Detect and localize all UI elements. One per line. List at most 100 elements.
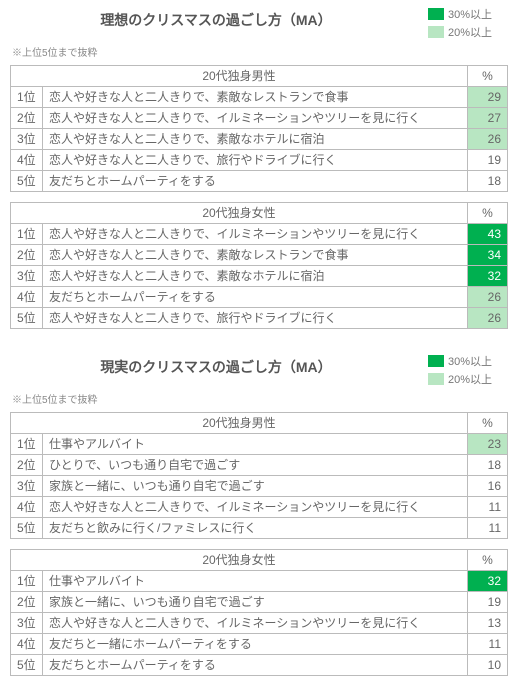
item-cell: 恋人や好きな人と二人きりで、素敵なホテルに宿泊 <box>43 266 468 287</box>
table-header: 20代独身男性 <box>11 413 468 434</box>
table-row: 5位恋人や好きな人と二人きりで、旅行やドライブに行く26 <box>11 308 508 329</box>
item-cell: 友だちとホームパーティをする <box>43 287 468 308</box>
pct-cell: 10 <box>468 655 508 676</box>
rank-cell: 3位 <box>11 476 43 497</box>
table-row: 5位友だちとホームパーティをする10 <box>11 655 508 676</box>
pct-header: % <box>468 550 508 571</box>
legend-swatch-dark <box>428 355 444 367</box>
rank-cell: 3位 <box>11 613 43 634</box>
rank-cell: 4位 <box>11 287 43 308</box>
section: 現実のクリスマスの過ごし方（MA）30%以上20%以上※上位5位まで抜粋20代独… <box>0 347 518 694</box>
legend: 30%以上 20%以上 <box>428 6 508 42</box>
table-row: 3位恋人や好きな人と二人きりで、素敵なホテルに宿泊26 <box>11 129 508 150</box>
item-cell: 家族と一緒に、いつも通り自宅で過ごす <box>43 476 468 497</box>
pct-cell: 11 <box>468 497 508 518</box>
item-cell: 恋人や好きな人と二人きりで、イルミネーションやツリーを見に行く <box>43 613 468 634</box>
pct-cell: 19 <box>468 150 508 171</box>
legend-row-high: 30%以上 <box>428 6 508 22</box>
item-cell: ひとりで、いつも通り自宅で過ごす <box>43 455 468 476</box>
table-row: 4位友だちとホームパーティをする26 <box>11 287 508 308</box>
table-row: 4位恋人や好きな人と二人きりで、旅行やドライブに行く19 <box>11 150 508 171</box>
item-cell: 仕事やアルバイト <box>43 571 468 592</box>
rank-cell: 1位 <box>11 434 43 455</box>
legend-label-mid: 20%以上 <box>448 24 492 40</box>
table-row: 3位恋人や好きな人と二人きりで、素敵なホテルに宿泊32 <box>11 266 508 287</box>
pct-cell: 32 <box>468 266 508 287</box>
item-cell: 仕事やアルバイト <box>43 434 468 455</box>
rank-cell: 1位 <box>11 87 43 108</box>
table-header-row: 20代独身男性% <box>11 66 508 87</box>
rank-cell: 1位 <box>11 224 43 245</box>
title-row: 現実のクリスマスの過ごし方（MA） 30%以上 20%以上 <box>10 347 508 389</box>
report-root: 理想のクリスマスの過ごし方（MA） 30%以上 20%以上 ※上位5位まで抜粋 20代独… <box>0 0 518 694</box>
rank-cell: 5位 <box>11 655 43 676</box>
pct-cell: 11 <box>468 518 508 539</box>
legend-row-mid: 20%以上 <box>428 371 508 387</box>
section: 理想のクリスマスの過ごし方（MA） 30%以上 20%以上 ※上位5位まで抜粋 20代独… <box>0 0 518 347</box>
rank-cell: 1位 <box>11 571 43 592</box>
item-cell: 友だちと一緒にホームパーティをする <box>43 634 468 655</box>
legend-row-high: 30%以上 <box>428 353 508 369</box>
legend-label-high: 30%以上 <box>448 353 492 369</box>
rank-cell: 5位 <box>11 171 43 192</box>
rank-cell: 2位 <box>11 245 43 266</box>
footnote: ※上位5位まで抜粋 <box>12 44 508 59</box>
pct-cell: 29 <box>468 87 508 108</box>
item-cell: 恋人や好きな人と二人きりで、旅行やドライブに行く <box>43 308 468 329</box>
pct-header: % <box>468 66 508 87</box>
legend-row-mid: 20%以上 <box>428 24 508 40</box>
table-row: 2位恋人や好きな人と二人きりで、イルミネーションやツリーを見に行く27 <box>11 108 508 129</box>
pct-cell: 32 <box>468 571 508 592</box>
rank-cell: 5位 <box>11 308 43 329</box>
legend-label-high: 30%以上 <box>448 6 492 22</box>
legend: 30%以上 20%以上 <box>428 353 508 389</box>
table-row: 1位仕事やアルバイト23 <box>11 434 508 455</box>
section-title: 現実のクリスマスの過ごし方（MA） <box>10 353 422 377</box>
item-cell: 恋人や好きな人と二人きりで、旅行やドライブに行く <box>43 150 468 171</box>
rank-cell: 3位 <box>11 129 43 150</box>
pct-cell: 16 <box>468 476 508 497</box>
pct-cell: 18 <box>468 171 508 192</box>
table-row: 4位恋人や好きな人と二人きりで、イルミネーションやツリーを見に行く11 <box>11 497 508 518</box>
pct-cell: 27 <box>468 108 508 129</box>
table-row: 2位恋人や好きな人と二人きりで、素敵なレストランで食事34 <box>11 245 508 266</box>
item-cell: 友だちと飲みに行く/ファミレスに行く <box>43 518 468 539</box>
pct-cell: 43 <box>468 224 508 245</box>
pct-cell: 13 <box>468 613 508 634</box>
table-header: 20代独身女性 <box>11 550 468 571</box>
rank-cell: 2位 <box>11 108 43 129</box>
section-title: 理想のクリスマスの過ごし方（MA） <box>10 6 422 30</box>
item-cell: 恋人や好きな人と二人きりで、素敵なレストランで食事 <box>43 87 468 108</box>
item-cell: 友だちとホームパーティをする <box>43 171 468 192</box>
pct-header: % <box>468 203 508 224</box>
table-header-row: 20代独身女性% <box>11 550 508 571</box>
table-row: 1位恋人や好きな人と二人きりで、イルミネーションやツリーを見に行く43 <box>11 224 508 245</box>
ranking-table: 20代独身女性%1位恋人や好きな人と二人きりで、イルミネーションやツリーを見に行… <box>10 202 508 329</box>
rank-cell: 3位 <box>11 266 43 287</box>
pct-cell: 26 <box>468 287 508 308</box>
rank-cell: 5位 <box>11 518 43 539</box>
rank-cell: 2位 <box>11 592 43 613</box>
legend-swatch-dark <box>428 8 444 20</box>
table-row: 1位恋人や好きな人と二人きりで、素敵なレストランで食事29 <box>11 87 508 108</box>
pct-cell: 26 <box>468 308 508 329</box>
pct-cell: 23 <box>468 434 508 455</box>
pct-cell: 26 <box>468 129 508 150</box>
pct-cell: 18 <box>468 455 508 476</box>
item-cell: 恋人や好きな人と二人きりで、イルミネーションやツリーを見に行く <box>43 224 468 245</box>
table-row: 4位友だちと一緒にホームパーティをする11 <box>11 634 508 655</box>
table-header-row: 20代独身男性% <box>11 413 508 434</box>
title-row: 理想のクリスマスの過ごし方（MA） 30%以上 20%以上 <box>10 0 508 42</box>
table-row: 3位恋人や好きな人と二人きりで、イルミネーションやツリーを見に行く13 <box>11 613 508 634</box>
legend-label-mid: 20%以上 <box>448 371 492 387</box>
table-row: 1位仕事やアルバイト32 <box>11 571 508 592</box>
ranking-table: 20代独身女性%1位仕事やアルバイト322位家族と一緒に、いつも通り自宅で過ごす… <box>10 549 508 676</box>
item-cell: 恋人や好きな人と二人きりで、素敵なホテルに宿泊 <box>43 129 468 150</box>
item-cell: 家族と一緒に、いつも通り自宅で過ごす <box>43 592 468 613</box>
pct-header: % <box>468 413 508 434</box>
legend-swatch-light <box>428 26 444 38</box>
pct-cell: 34 <box>468 245 508 266</box>
pct-cell: 11 <box>468 634 508 655</box>
ranking-table: 20代独身男性%1位仕事やアルバイト232位ひとりで、いつも通り自宅で過ごす18… <box>10 412 508 539</box>
table-header: 20代独身女性 <box>11 203 468 224</box>
